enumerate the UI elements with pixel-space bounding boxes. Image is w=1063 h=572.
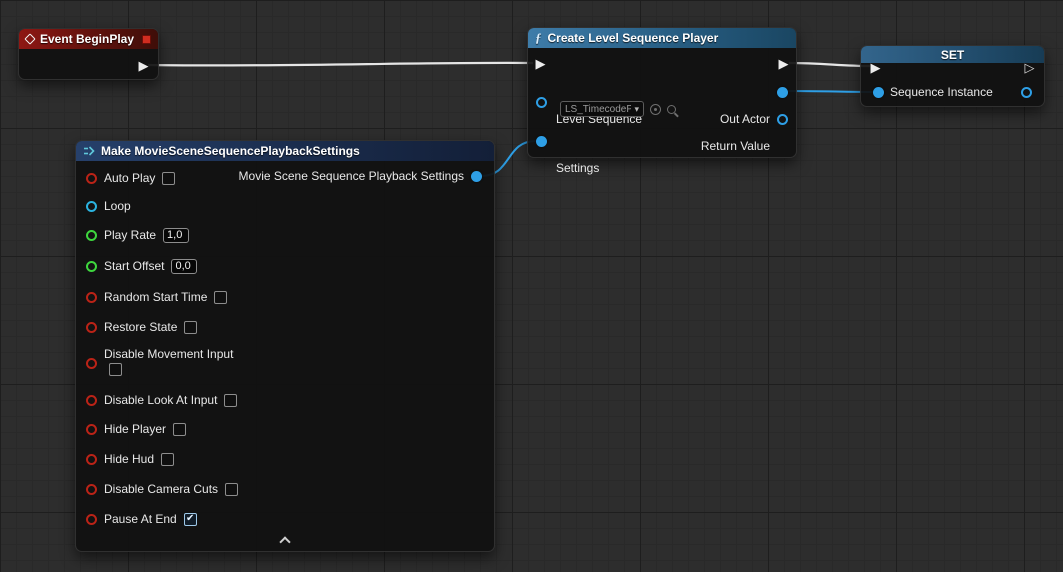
bool-pin[interactable] (86, 514, 97, 525)
node-event-beginplay[interactable]: Event BeginPlay (18, 28, 159, 80)
checkbox[interactable] (214, 291, 227, 304)
bool-pin[interactable] (86, 424, 97, 435)
output-label: Movie Scene Sequence Playback Settings (239, 169, 464, 183)
pin-row: Pause At End (86, 510, 197, 528)
node-title: Create Level Sequence Player (548, 31, 719, 45)
checkbox[interactable] (184, 321, 197, 334)
node-header: Event BeginPlay (19, 29, 158, 49)
pin-label: Hide Hud (104, 452, 154, 466)
checkbox[interactable] (162, 172, 175, 185)
browse-asset-icon[interactable] (667, 105, 676, 114)
exec-wire-beginplay-to-create[interactable] (148, 63, 533, 66)
exec-out-pin[interactable] (137, 59, 150, 72)
pin-label: Pause At End (104, 512, 177, 526)
bool-pin[interactable] (86, 322, 97, 333)
float-pin[interactable] (86, 261, 97, 272)
pin-row: Auto Play (86, 169, 175, 187)
pin-label: Random Start Time (104, 290, 207, 304)
pin-row: Play Rate (86, 226, 189, 244)
pin-label: Disable Movement Input (104, 347, 233, 361)
asset-dropdown-value: LS_TimecodePr (565, 104, 631, 115)
checkbox[interactable] (225, 483, 238, 496)
checkbox[interactable] (109, 363, 122, 376)
exec-wire-create-to-set[interactable] (789, 63, 870, 66)
pin-label: Play Rate (104, 228, 156, 242)
struct-pin[interactable] (86, 201, 97, 212)
float-pin[interactable] (86, 230, 97, 241)
start-offset-input[interactable] (171, 259, 197, 274)
output-row: Movie Scene Sequence Playback Settings (239, 167, 482, 185)
node-title: Make MovieSceneSequencePlaybackSettings (101, 144, 360, 158)
pin-label: Disable Camera Cuts (104, 482, 218, 496)
collapse-chevron-icon[interactable] (280, 537, 290, 543)
checkbox[interactable] (161, 453, 174, 466)
event-icon (24, 33, 35, 44)
settings-pin[interactable] (536, 136, 547, 147)
use-selected-asset-icon[interactable] (650, 104, 661, 115)
node-header: SET (861, 46, 1044, 63)
bool-pin[interactable] (86, 395, 97, 406)
function-icon: ƒ (535, 30, 542, 46)
exec-out-pin[interactable] (777, 57, 790, 70)
blueprint-graph-canvas[interactable]: Event BeginPlay ƒ Create Level Sequence … (0, 0, 1063, 572)
pin-label: Hide Player (104, 422, 166, 436)
sequence-instance-pin[interactable] (873, 87, 884, 98)
node-title: SET (941, 48, 964, 62)
pin-row: Hide Player (86, 420, 186, 438)
pin-row: Random Start Time (86, 288, 227, 306)
set-output-pin[interactable] (1021, 87, 1032, 98)
pin-label: Loop (104, 199, 131, 213)
pin-row: Disable Camera Cuts (86, 480, 238, 498)
node-make-playback-settings[interactable]: Make MovieSceneSequencePlaybackSettings … (75, 140, 495, 552)
bool-pin[interactable] (86, 292, 97, 303)
pin-row: Loop (86, 197, 131, 215)
node-title: Event BeginPlay (40, 32, 134, 46)
node-set-sequence-instance[interactable]: SET Sequence Instance (860, 45, 1045, 107)
level-sequence-pin[interactable] (536, 97, 547, 108)
pin-label: Auto Play (104, 171, 155, 185)
node-header: Make MovieSceneSequencePlaybackSettings (76, 141, 494, 161)
checkbox[interactable] (173, 423, 186, 436)
pin-label: Settings (556, 161, 599, 175)
bool-pin[interactable] (86, 173, 97, 184)
pin-label: Return Value (701, 139, 770, 153)
checkbox[interactable] (224, 394, 237, 407)
pin-label: Disable Look At Input (104, 393, 217, 407)
pin-label: Out Actor (720, 112, 770, 126)
exec-in-pin[interactable] (869, 61, 882, 74)
pin-label: Sequence Instance (890, 85, 993, 99)
exec-out-pin[interactable] (1023, 61, 1036, 74)
pin-row: Disable Look At Input (86, 391, 237, 409)
pin-row: Restore State (86, 318, 197, 336)
out-actor-pin[interactable] (777, 87, 788, 98)
bool-pin[interactable] (86, 454, 97, 465)
playback-settings-out-pin[interactable] (471, 171, 482, 182)
node-header: ƒ Create Level Sequence Player (528, 28, 796, 48)
exec-in-pin[interactable] (534, 57, 547, 70)
delegate-pin[interactable] (142, 35, 151, 44)
bool-pin[interactable] (86, 484, 97, 495)
bool-pin[interactable] (86, 358, 97, 369)
chevron-down-icon (634, 104, 639, 115)
return-value-pin[interactable] (777, 114, 788, 125)
checkbox[interactable] (184, 513, 197, 526)
pin-label: Start Offset (104, 259, 164, 273)
asset-dropdown[interactable]: LS_TimecodePr (560, 101, 644, 117)
pin-row: Hide Hud (86, 450, 174, 468)
pin-row: Start Offset (86, 257, 197, 275)
play-rate-input[interactable] (163, 228, 189, 243)
node-create-level-sequence-player[interactable]: ƒ Create Level Sequence Player Level Seq… (527, 27, 797, 158)
make-struct-icon (83, 145, 95, 157)
pin-label: Restore State (104, 320, 177, 334)
